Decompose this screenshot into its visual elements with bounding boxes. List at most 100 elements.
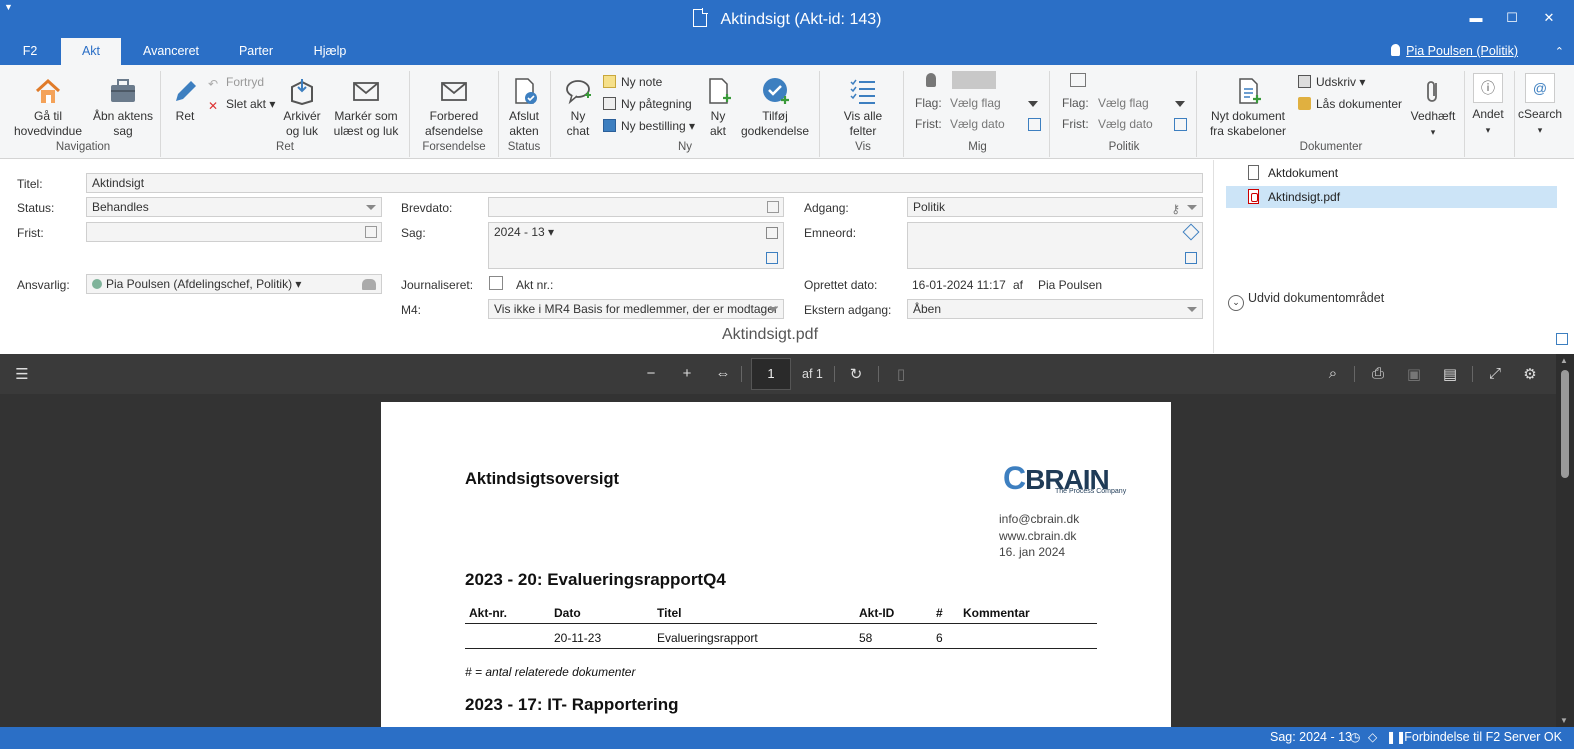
mark-unread-button[interactable]: Markér som ulæst og luk bbox=[330, 77, 402, 139]
scroll-thumb[interactable] bbox=[1561, 370, 1569, 478]
mig-flag-dropdown-icon[interactable] bbox=[1028, 101, 1038, 107]
show-all-fields-button[interactable]: Vis alle felter bbox=[832, 77, 894, 139]
status-value: Behandles bbox=[92, 200, 149, 214]
access-select[interactable]: Politik ⚷ bbox=[907, 197, 1203, 217]
complete-record-button[interactable]: Afslut akten bbox=[502, 77, 546, 139]
contact-block: info@cbrain.dk www.cbrain.dk 16. jan 202… bbox=[999, 511, 1079, 561]
document-item-aktindsigt-pdf[interactable]: Aktindsigt.pdf bbox=[1226, 186, 1557, 208]
ribbon-collapse-icon[interactable]: ⌃ bbox=[1555, 45, 1564, 58]
politik-calendar-icon[interactable] bbox=[1174, 118, 1187, 131]
tab-avanceret[interactable]: Avanceret bbox=[136, 38, 206, 65]
csearch-button[interactable]: @ cSearch ▾ bbox=[1518, 73, 1562, 138]
org-icon bbox=[1070, 73, 1086, 87]
tab-parter[interactable]: Parter bbox=[228, 38, 284, 65]
tag-icon[interactable] bbox=[1182, 223, 1200, 241]
save-icon[interactable]: ▣ bbox=[1404, 365, 1424, 383]
open-external-icon[interactable] bbox=[1185, 252, 1197, 264]
politik-deadline-select[interactable]: Vælg dato bbox=[1098, 117, 1153, 131]
mig-deadline-select[interactable]: Vælg dato bbox=[950, 117, 1005, 131]
tab-hjaelp[interactable]: Hjælp bbox=[303, 38, 357, 65]
fullscreen-icon[interactable]: ⤢ bbox=[1485, 365, 1505, 382]
case-value[interactable]: 2024 - 13 bbox=[494, 225, 545, 239]
deadline-input[interactable] bbox=[86, 222, 382, 242]
group-label-mig: Mig bbox=[968, 141, 987, 153]
settings-gear-icon[interactable]: ⚙ bbox=[1520, 365, 1540, 383]
rotate-icon[interactable]: ↻ bbox=[846, 365, 866, 383]
document-item-aktdokument[interactable]: Aktdokument bbox=[1226, 162, 1557, 184]
edit-button[interactable]: Ret bbox=[166, 77, 204, 124]
keywords-field[interactable] bbox=[907, 222, 1203, 269]
pause-icon[interactable]: ❚❚ bbox=[1386, 730, 1406, 744]
print-button[interactable]: Udskriv ▾ bbox=[1298, 73, 1365, 91]
print-icon[interactable]: ⎙ bbox=[1368, 365, 1388, 382]
mig-calendar-icon[interactable] bbox=[1028, 118, 1041, 131]
m4-select[interactable]: Vis ikke i MR4 Basis for medlemmer, der … bbox=[488, 299, 784, 319]
calendar-icon[interactable] bbox=[767, 201, 779, 213]
tag-icon[interactable]: ◇ bbox=[1368, 730, 1377, 744]
new-annotation-button[interactable]: Ny påtegning bbox=[603, 95, 692, 113]
clock-icon[interactable]: ◷ bbox=[1350, 730, 1360, 744]
open-external-icon[interactable] bbox=[766, 252, 778, 264]
save-as-icon[interactable]: ▤ bbox=[1440, 365, 1460, 383]
case-label: Sag: bbox=[401, 226, 426, 240]
politik-flag-select[interactable]: Vælg flag bbox=[1098, 96, 1149, 110]
open-case-button[interactable]: Åbn aktens sag bbox=[88, 77, 158, 139]
delete-record-button[interactable]: ✕ Slet akt ▾ bbox=[208, 95, 275, 113]
journalized-checkbox[interactable] bbox=[489, 276, 503, 290]
two-page-icon[interactable]: ▯ bbox=[891, 365, 911, 383]
new-chat-button[interactable]: Ny chat bbox=[556, 77, 600, 139]
title-label: Titel: bbox=[17, 177, 43, 191]
title-input[interactable]: Aktindsigt bbox=[86, 173, 1203, 193]
add-approval-button[interactable]: Tilføj godkendelse bbox=[740, 77, 810, 139]
undo-button[interactable]: ↶ Fortryd bbox=[208, 73, 264, 91]
mig-flag-label: Flag: bbox=[915, 96, 942, 110]
group-separator bbox=[550, 71, 551, 157]
table-header: Titel bbox=[657, 606, 682, 620]
people-icon[interactable] bbox=[362, 279, 376, 290]
responsible-select[interactable]: Pia Poulsen (Afdelingschef, Politik) ▾ bbox=[86, 274, 382, 294]
politik-flag-dropdown-icon[interactable] bbox=[1175, 101, 1185, 107]
new-from-template-button[interactable]: Nyt dokument fra skabeloner bbox=[1204, 77, 1292, 139]
go-home-button[interactable]: Gå til hovedvindue bbox=[10, 77, 86, 139]
politik-flag-group: Flag: Vælg flag Frist: Vælg dato bbox=[1056, 71, 1192, 137]
new-note-button[interactable]: Ny note bbox=[603, 73, 662, 91]
status-select[interactable]: Behandles bbox=[86, 197, 382, 217]
mig-flag-select[interactable]: Vælg flag bbox=[950, 96, 1001, 110]
tab-akt[interactable]: Akt bbox=[61, 38, 121, 65]
ribbon: Gå til hovedvindue Åbn aktens sag Naviga… bbox=[0, 65, 1574, 159]
lock-documents-button[interactable]: Lås dokumenter bbox=[1298, 95, 1402, 113]
external-access-select[interactable]: Åben bbox=[907, 299, 1203, 319]
zoom-out-icon[interactable]: − bbox=[641, 365, 661, 382]
popout-icon[interactable] bbox=[1556, 333, 1568, 345]
outline-toggle-icon[interactable]: ☰ bbox=[12, 365, 32, 383]
search-icon[interactable]: ⌕ bbox=[1323, 365, 1343, 382]
expand-documents-button[interactable]: ⌄ Udvid dokumentområdet bbox=[1228, 291, 1384, 311]
minimize-button[interactable]: ▬ bbox=[1466, 10, 1486, 25]
other-button[interactable]: ⓘ Andet ▾ bbox=[1468, 73, 1508, 138]
status-case[interactable]: Sag: 2024 - 13 bbox=[1270, 730, 1352, 744]
scroll-down-icon[interactable]: ▼ bbox=[1560, 716, 1568, 725]
flag-toggle-icons[interactable] bbox=[1102, 71, 1146, 89]
calendar-icon[interactable] bbox=[365, 226, 377, 238]
zoom-in-icon[interactable]: + bbox=[677, 365, 697, 382]
page-number-input[interactable]: 1 bbox=[751, 358, 791, 390]
attach-button[interactable]: Vedhæft ▾ bbox=[1408, 77, 1458, 140]
viewer-scrollbar[interactable]: ▲ ▼ bbox=[1556, 354, 1574, 727]
new-record-button[interactable]: Ny akt bbox=[700, 77, 736, 139]
archive-close-button[interactable]: Arkivér og luk bbox=[278, 77, 326, 139]
new-order-label: Ny bestilling bbox=[621, 119, 686, 133]
prepare-send-button[interactable]: Forbered afsendelse bbox=[416, 77, 492, 139]
user-link[interactable]: Pia Poulsen (Politik) bbox=[1391, 44, 1518, 58]
new-order-button[interactable]: Ny bestilling ▾ bbox=[603, 117, 695, 135]
scroll-up-icon[interactable]: ▲ bbox=[1560, 356, 1568, 365]
flag-toggle-icons[interactable] bbox=[952, 71, 996, 89]
tab-f2[interactable]: F2 bbox=[14, 38, 46, 65]
letter-date-input[interactable] bbox=[488, 197, 784, 217]
maximize-button[interactable]: ☐ bbox=[1502, 10, 1522, 26]
case-field[interactable]: 2024 - 13 ▾ bbox=[488, 222, 784, 269]
close-button[interactable]: ✕ bbox=[1539, 10, 1559, 26]
fit-width-icon[interactable]: ⇔ bbox=[713, 365, 733, 382]
lock-documents-label: Lås dokumenter bbox=[1316, 97, 1403, 111]
case-browse-icon[interactable] bbox=[766, 227, 778, 239]
table-cell: 6 bbox=[936, 631, 943, 645]
